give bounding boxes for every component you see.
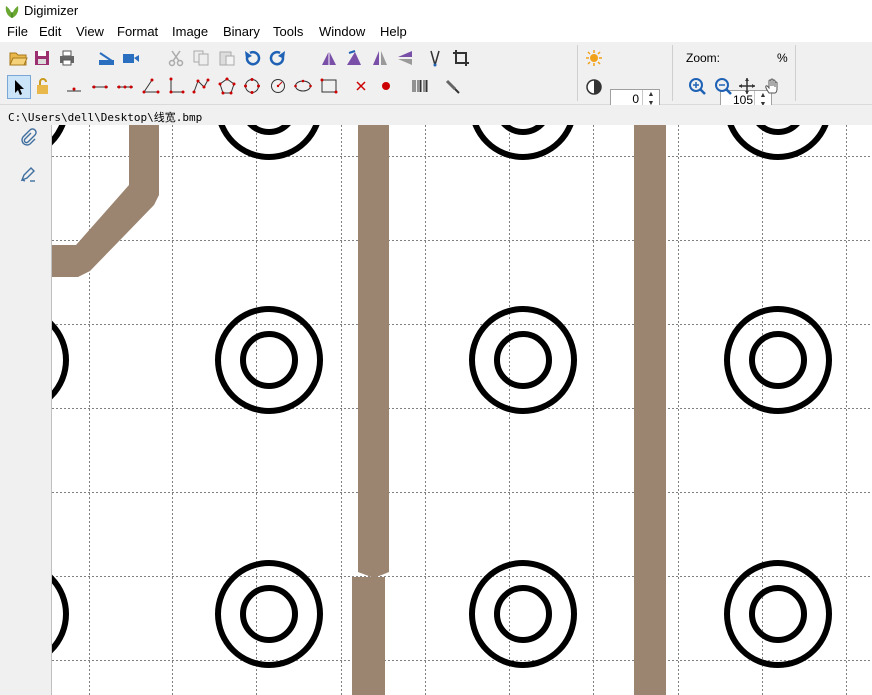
zoom-label: Zoom: <box>686 51 721 65</box>
digimizer-leaf-icon <box>5 6 19 18</box>
zoom-unit: % <box>777 51 788 65</box>
left-sidebar <box>0 125 52 695</box>
zoom-out-icon[interactable] <box>712 75 734 97</box>
open-folder-icon[interactable] <box>7 47 29 69</box>
brush-icon[interactable] <box>441 75 463 97</box>
title-bar: Digimizer <box>0 0 872 22</box>
closed-curve-icon[interactable] <box>241 75 263 97</box>
rectangle-icon[interactable] <box>318 75 340 97</box>
lock-icon[interactable] <box>32 75 54 97</box>
toolbar: 5 ▲▼ 0 ▲▼ 0 ▲▼ Zoom: 105 ▲▼ % <box>0 42 872 140</box>
menu-file[interactable]: File <box>7 24 28 39</box>
rotate-left-icon[interactable] <box>318 47 340 69</box>
menu-tools[interactable]: Tools <box>273 24 303 39</box>
window-title: Digimizer <box>24 3 79 18</box>
copy-icon[interactable] <box>190 47 212 69</box>
deskew-icon[interactable] <box>424 47 446 69</box>
file-path-bar: C:\Users\dell\Desktop\线宽.bmp <box>0 105 872 125</box>
redo-icon[interactable] <box>267 47 289 69</box>
pan-hand-icon[interactable] <box>762 75 784 97</box>
menu-format[interactable]: Format <box>117 24 158 39</box>
image-content <box>52 125 872 695</box>
cut-icon[interactable] <box>165 47 187 69</box>
menu-bar: File Edit View Format Image Binary Tools… <box>0 22 872 42</box>
contrast-icon <box>583 76 605 98</box>
rotate-right-icon[interactable] <box>343 47 365 69</box>
perpendicular-icon[interactable] <box>165 75 187 97</box>
pen-edit-icon[interactable] <box>16 163 40 187</box>
menu-binary[interactable]: Binary <box>223 24 260 39</box>
menu-edit[interactable]: Edit <box>39 24 61 39</box>
paste-icon[interactable] <box>216 47 238 69</box>
zoom-in-icon[interactable] <box>686 75 708 97</box>
polygon-icon[interactable] <box>216 75 238 97</box>
scanner-icon[interactable] <box>95 47 117 69</box>
segmented-line-icon[interactable] <box>114 75 136 97</box>
menu-view[interactable]: View <box>76 24 104 39</box>
brightness-up-icon[interactable]: ▲ <box>643 90 659 99</box>
flip-horizontal-icon[interactable] <box>369 47 391 69</box>
grid-lines <box>52 125 872 695</box>
toolbar-separator <box>672 45 673 101</box>
print-icon[interactable] <box>56 47 78 69</box>
select-arrow-icon[interactable] <box>7 75 31 99</box>
delete-icon[interactable] <box>350 75 372 97</box>
concentric-rings <box>52 125 832 668</box>
camera-icon[interactable] <box>120 47 142 69</box>
file-path: C:\Users\dell\Desktop\线宽.bmp <box>8 111 203 124</box>
toolbar-separator <box>577 45 578 101</box>
menu-window[interactable]: Window <box>319 24 365 39</box>
toolbar-separator <box>795 45 796 101</box>
crop-icon[interactable] <box>450 47 472 69</box>
paperclip-icon[interactable] <box>16 125 40 149</box>
image-canvas[interactable] <box>52 125 872 695</box>
ellipse-icon[interactable] <box>292 75 314 97</box>
dot-icon[interactable] <box>375 75 397 97</box>
undo-icon[interactable] <box>241 47 263 69</box>
menu-image[interactable]: Image <box>172 24 208 39</box>
brightness-icon <box>583 47 605 69</box>
barcode-icon[interactable] <box>409 75 431 97</box>
marker-icon[interactable] <box>63 75 85 97</box>
angle-icon[interactable] <box>140 75 162 97</box>
brightness-value: 0 <box>632 92 639 106</box>
menu-help[interactable]: Help <box>380 24 407 39</box>
fit-move-icon[interactable] <box>736 75 758 97</box>
circle-icon[interactable] <box>267 75 289 97</box>
line-icon[interactable] <box>89 75 111 97</box>
save-icon[interactable] <box>31 47 53 69</box>
polyline-icon[interactable] <box>190 75 212 97</box>
flip-vertical-icon[interactable] <box>394 47 416 69</box>
